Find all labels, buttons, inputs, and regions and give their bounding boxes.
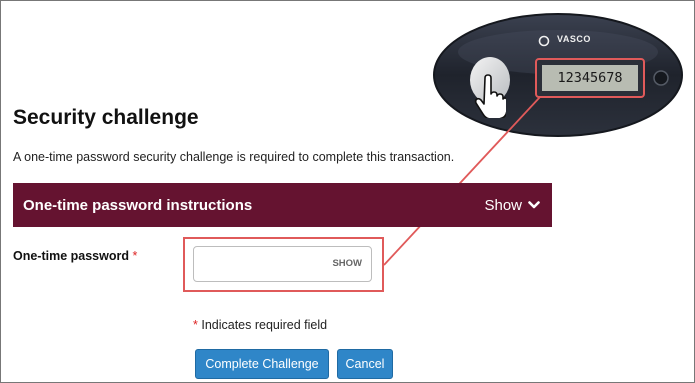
complete-challenge-button[interactable]: Complete Challenge [195, 349, 329, 379]
token-brand-logo: VASCO [557, 34, 591, 44]
instructions-show-label: Show [484, 196, 522, 214]
page-title: Security challenge [13, 106, 199, 129]
hardware-token-image: VASCO 12345678 [432, 12, 684, 138]
required-field-note: * Indicates required field [193, 318, 327, 332]
otp-field-label: One-time password * [13, 249, 137, 263]
required-note-text: Indicates required field [197, 318, 328, 332]
token-display-code: 12345678 [557, 70, 623, 86]
hand-pointer-icon [474, 74, 506, 118]
otp-label-text: One-time password [13, 249, 129, 263]
otp-input[interactable] [194, 247, 340, 281]
instructions-title: One-time password instructions [23, 196, 253, 214]
otp-show-button[interactable]: SHOW [332, 258, 362, 269]
intro-text: A one-time password security challenge i… [13, 150, 455, 164]
instructions-show-toggle[interactable]: Show [484, 197, 540, 214]
required-asterisk: * [132, 249, 138, 263]
otp-input-container: SHOW [193, 246, 372, 282]
cancel-button[interactable]: Cancel [337, 349, 393, 379]
chevron-down-icon [528, 201, 540, 209]
otp-instructions-accordion[interactable]: One-time password instructions Show [13, 183, 552, 227]
